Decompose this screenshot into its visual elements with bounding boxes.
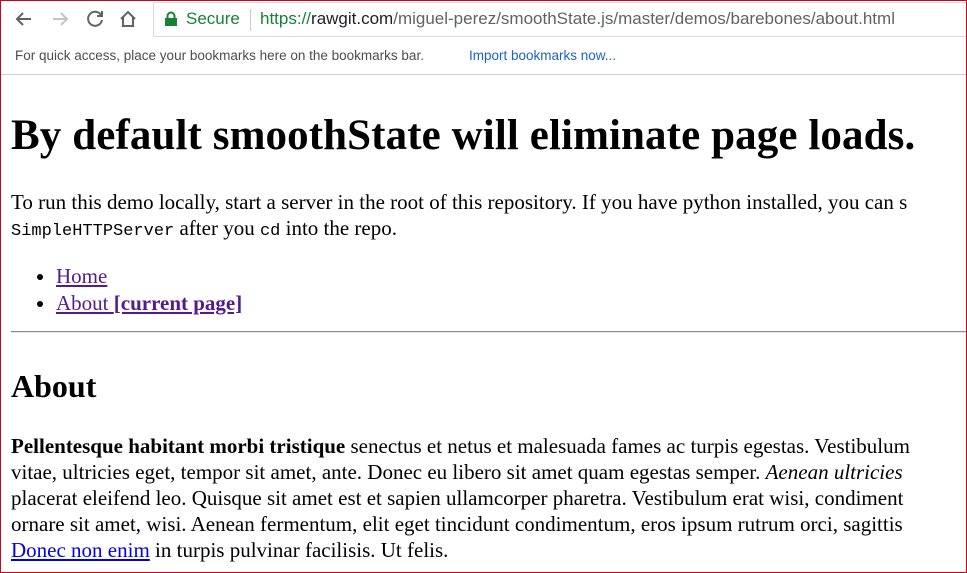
section-title: About bbox=[11, 368, 97, 404]
donec-non-enim-link[interactable]: Donec non enim bbox=[11, 538, 150, 562]
reload-icon bbox=[87, 10, 103, 27]
nav-item-home: Home bbox=[56, 263, 242, 290]
nav-link-home[interactable]: Home bbox=[56, 264, 107, 288]
page-title: By default smoothState will eliminate pa… bbox=[11, 112, 916, 159]
intro-text-mid: after you bbox=[174, 216, 260, 240]
current-page-marker: [current page] bbox=[113, 291, 243, 315]
nav-link-about-label: About bbox=[56, 291, 114, 315]
lock-icon bbox=[164, 11, 178, 32]
reload-button[interactable] bbox=[82, 6, 108, 32]
intro-code-server: SimpleHTTPServer bbox=[11, 222, 175, 241]
nav-link-about[interactable]: About [current page] bbox=[56, 291, 242, 315]
address-bar[interactable]: Secure https://rawgit.com/miguel-perez/s… bbox=[153, 2, 966, 37]
intro-text: To run this demo locally, start a server… bbox=[11, 190, 908, 214]
nav-list: Home About [current page] bbox=[11, 263, 242, 317]
nav-item-about: About [current page] bbox=[56, 290, 242, 317]
home-button[interactable] bbox=[115, 6, 141, 32]
forward-button[interactable] bbox=[47, 6, 73, 32]
bookmarks-bar: For quick access, place your bookmarks h… bbox=[1, 37, 966, 75]
intro-paragraph: To run this demo locally, start a server… bbox=[11, 189, 907, 245]
url-path: /miguel-perez/smoothState.js/master/demo… bbox=[393, 9, 895, 28]
intro-text-end: into the repo. bbox=[280, 216, 397, 240]
para-line-1: Pellentesque habitant morbi tristique se… bbox=[11, 433, 966, 459]
url-scheme: https:// bbox=[260, 9, 312, 28]
browser-window: Secure https://rawgit.com/miguel-perez/s… bbox=[0, 0, 967, 573]
para-line-5: Donec non enim in turpis pulvinar facili… bbox=[11, 537, 966, 563]
back-button[interactable] bbox=[11, 6, 37, 32]
para-bold-lead: Pellentesque habitant morbi tristique bbox=[11, 434, 346, 458]
intro-code-cd: cd bbox=[259, 222, 281, 241]
browser-toolbar: Secure https://rawgit.com/miguel-perez/s… bbox=[1, 1, 966, 37]
home-icon bbox=[120, 10, 136, 27]
para-line-3: placerat eleifend leo. Quisque sit amet … bbox=[11, 486, 904, 510]
forward-arrow-icon bbox=[53, 12, 69, 26]
url-text: https://rawgit.com/miguel-perez/smoothSt… bbox=[260, 9, 895, 29]
import-bookmarks-link[interactable]: Import bookmarks now... bbox=[469, 48, 616, 63]
para-line-1-text: senectus et netus et malesuada fames ac … bbox=[345, 434, 910, 458]
para-line-5-text: in turpis pulvinar facilisis. Ut felis. bbox=[149, 538, 449, 562]
para-line-4: ornare sit amet, wisi. Aenean fermentum,… bbox=[11, 512, 903, 536]
omnibox-divider bbox=[250, 9, 251, 31]
section-divider bbox=[11, 331, 966, 333]
para-line-2-text: vitae, ultricies eget, tempor sit amet, … bbox=[11, 460, 766, 484]
secure-label: Secure bbox=[186, 9, 240, 28]
back-arrow-icon bbox=[15, 12, 31, 26]
bookmarks-bar-message: For quick access, place your bookmarks h… bbox=[15, 48, 424, 63]
about-paragraph: Pellentesque habitant morbi tristique se… bbox=[11, 433, 966, 563]
url-host: rawgit.com bbox=[311, 9, 394, 28]
para-italic: Aenean ultricies bbox=[765, 460, 903, 484]
para-line-2: vitae, ultricies eget, tempor sit amet, … bbox=[11, 459, 966, 485]
